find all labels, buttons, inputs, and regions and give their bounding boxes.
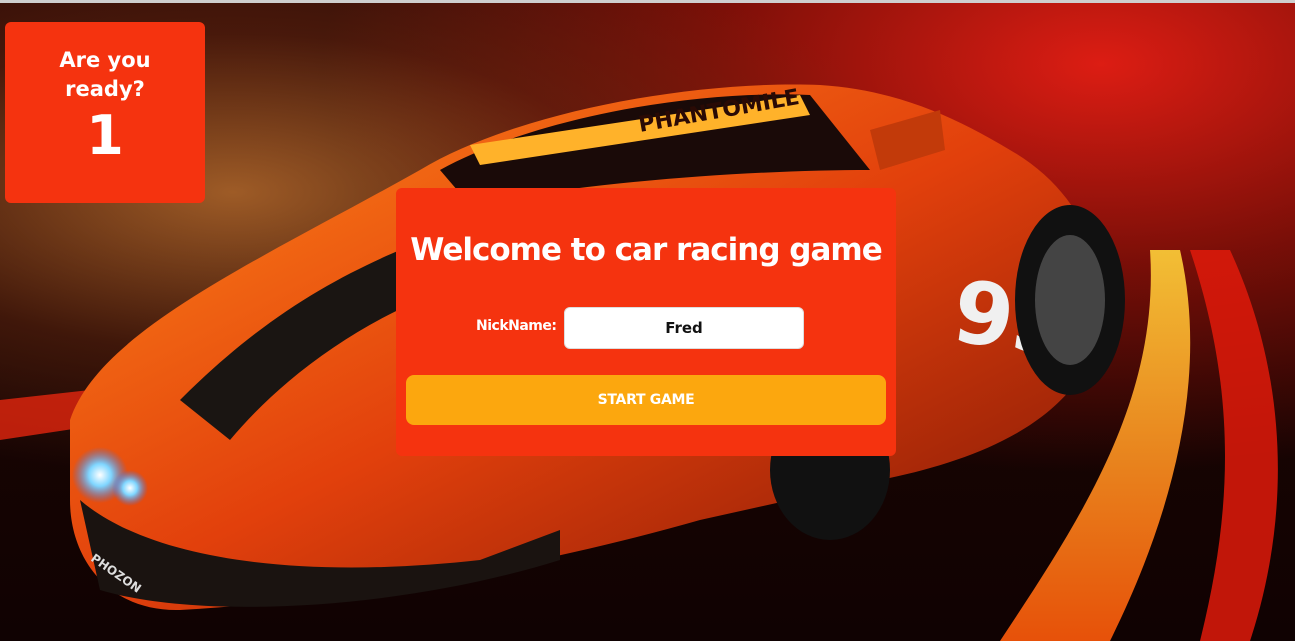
nickname-input[interactable] [564,307,804,349]
game-screen: PHANTOMILE 93 PHOZON Are you ready? 1 We… [0,0,1295,641]
nickname-label: NickName: [476,318,557,334]
welcome-panel: Welcome to car racing game NickName: STA… [396,188,896,456]
countdown-panel: Are you ready? 1 [5,22,205,203]
countdown-number: 1 [86,104,124,167]
start-game-button[interactable]: START GAME [406,375,886,425]
welcome-title: Welcome to car racing game [410,232,883,268]
countdown-title: Are you ready? [59,48,151,101]
